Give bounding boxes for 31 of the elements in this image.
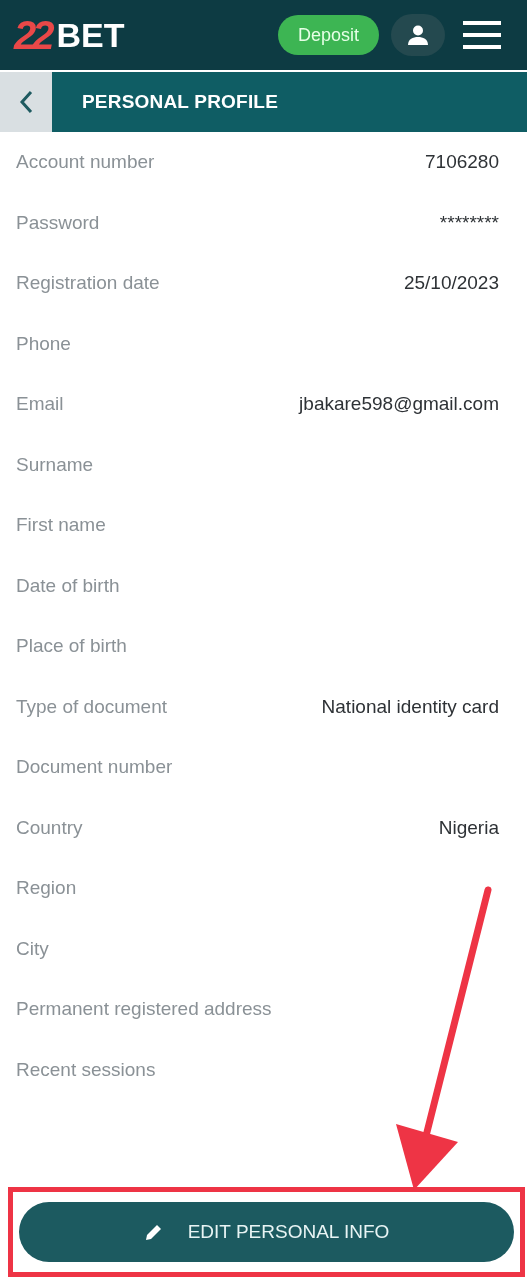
field-label: City	[16, 937, 49, 960]
field-label: Date of birth	[16, 574, 120, 597]
field-label: Phone	[16, 332, 71, 355]
account-button[interactable]	[391, 14, 445, 56]
field-label: Surname	[16, 453, 94, 476]
edit-button[interactable]: EDIT PERSONAL INFO	[19, 1202, 514, 1262]
field-label: Document number	[16, 756, 173, 779]
back-icon	[19, 90, 33, 114]
field-label: Registration date	[16, 272, 160, 295]
field-value: National identity card	[321, 695, 499, 718]
menu-icon[interactable]	[463, 21, 501, 49]
field-label: Account number	[16, 151, 155, 174]
field-label: Country	[16, 816, 83, 839]
field-label: First name	[16, 514, 106, 537]
field-label: Type of document	[16, 695, 168, 718]
field-value: jbakare598@gmail.com	[299, 393, 499, 416]
field-label: Permanent registered address	[16, 998, 272, 1021]
field-value: Nigeria	[438, 816, 499, 839]
field-value: 7106280	[425, 151, 499, 174]
pencil-icon	[143, 1222, 164, 1242]
field-value: 25/10/2023	[403, 272, 499, 295]
field-value: ********	[439, 211, 499, 234]
user-icon	[407, 24, 429, 46]
logo[interactable]: 22 BET	[14, 12, 125, 58]
page-title: PERSONAL PROFILE	[82, 91, 279, 113]
field-label: Password	[16, 211, 100, 234]
field-label: Region	[16, 877, 77, 900]
field-label: Place of birth	[16, 635, 127, 658]
field-label: Email	[16, 393, 64, 416]
field-label: Recent sessions	[16, 1058, 156, 1081]
back-button[interactable]	[0, 72, 52, 132]
